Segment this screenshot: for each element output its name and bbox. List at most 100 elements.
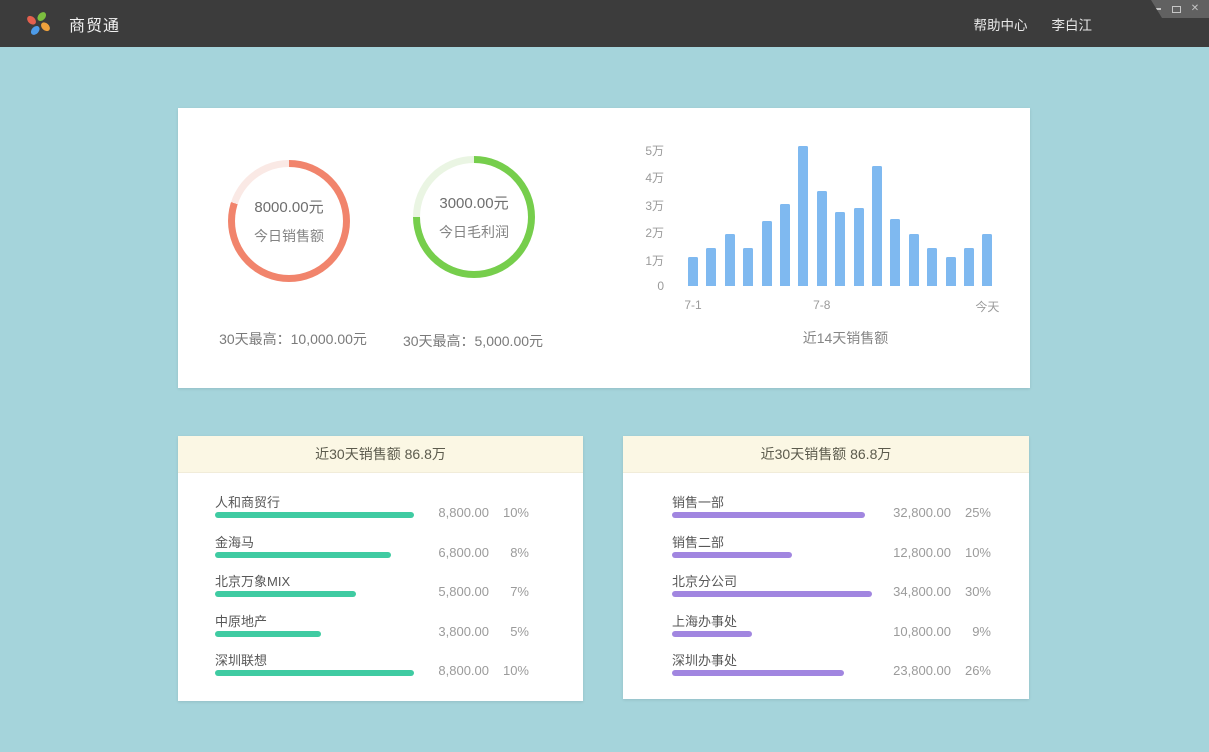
y-tick-label: 4万 [608, 169, 664, 186]
rank-item-values: 8,800.0010% [417, 505, 529, 520]
bar-day-13 [909, 234, 919, 286]
rank-item-percent: 9% [951, 624, 991, 639]
rank-item: 中原地产3,800.005% [178, 607, 583, 647]
today-profit-value: 3000.00元 [439, 192, 508, 213]
rank-item-values: 34,800.0030% [879, 584, 991, 599]
rank-item-values: 5,800.007% [417, 584, 529, 599]
bar-day-11 [872, 166, 882, 286]
rank-item-percent: 7% [489, 584, 529, 599]
rank-item-amount: 8,800.00 [417, 663, 489, 678]
bar-day-2 [706, 248, 716, 287]
rank-item: 销售二部 12,800.0010% [623, 528, 1029, 568]
bar-day-1 [688, 257, 698, 286]
customer-rank-list: 人和商贸行8,800.0010% 金海马 6,800.008% 北京万象MIX 5,80… [178, 473, 583, 686]
rank-item-percent: 10% [951, 545, 991, 560]
rank-item-values: 10,800.009% [879, 624, 991, 639]
rank-item-percent: 8% [489, 545, 529, 560]
app-title: 商贸通 [69, 12, 120, 36]
rank-item-amount: 23,800.00 [879, 663, 951, 678]
y-tick-label: 0 [608, 279, 664, 293]
department-rank-list: 销售一部 32,800.0025% 销售二部 12,800.0010% 北京分公司 34,… [623, 473, 1029, 686]
today-sales-gauge: 8000.00元 今日销售额 [228, 160, 350, 282]
bar-day-10 [854, 208, 864, 286]
rank-item-bar [672, 670, 844, 676]
bar-day-16 [964, 248, 974, 287]
today-overview-panel: 8000.00元 今日销售额 30天最高：10,000.00元 3000.00元… [178, 108, 1030, 388]
bar-day-6 [780, 204, 790, 287]
sales-bar-plot [688, 135, 1003, 286]
department-rank-header: 近30天销售额 86.8万 [623, 436, 1029, 473]
rank-item-name: 金海马 [215, 532, 254, 551]
rank-item-values: 23,800.0026% [879, 663, 991, 678]
x-tick-label: 今天 [947, 298, 1027, 315]
rank-item-name: 销售二部 [672, 532, 724, 551]
rank-item-percent: 25% [951, 505, 991, 520]
rank-item-percent: 30% [951, 584, 991, 599]
rank-item: 北京分公司 34,800.0030% [623, 567, 1029, 607]
rank-item-amount: 10,800.00 [879, 624, 951, 639]
rank-item-bar [672, 591, 872, 597]
rank-item-bar [215, 512, 414, 518]
close-icon[interactable]: ✕ [1190, 3, 1200, 15]
rank-item-percent: 5% [489, 624, 529, 639]
username-menu[interactable]: 李白江 [1052, 14, 1093, 34]
rank-item-values: 32,800.0025% [879, 505, 991, 520]
chart-title: 近14天销售额 [688, 328, 1003, 348]
rank-item-name: 深圳办事处 [672, 650, 737, 669]
rank-item-amount: 34,800.00 [879, 584, 951, 599]
rank-item-values: 12,800.0010% [879, 545, 991, 560]
y-tick-label: 2万 [608, 224, 664, 241]
rank-item-amount: 5,800.00 [417, 584, 489, 599]
rank-item-percent: 26% [951, 663, 991, 678]
rank-item-bar [215, 631, 321, 637]
today-profit-label: 今日毛利润 [439, 222, 509, 242]
rank-item-name: 销售一部 [672, 492, 724, 511]
today-profit-gauge: 3000.00元 今日毛利润 [413, 156, 535, 278]
x-tick-label: 7-1 [653, 298, 733, 312]
rank-item-amount: 8,800.00 [417, 505, 489, 520]
y-axis: 5万 4万 3万 2万 1万 0 [608, 108, 664, 308]
bar-day-9 [835, 212, 845, 286]
rank-item: 上海办事处 10,800.009% [623, 607, 1029, 647]
today-sales-label: 今日销售额 [254, 226, 324, 246]
rank-item-percent: 10% [489, 505, 529, 520]
rank-item-values: 3,800.005% [417, 624, 529, 639]
rank-item: 人和商贸行8,800.0010% [178, 488, 583, 528]
bar-day-8 [817, 191, 827, 286]
rank-item-name: 北京万象MIX [215, 571, 290, 590]
profit-30d-max: 30天最高：5,000.00元 [363, 331, 583, 351]
today-sales-value: 8000.00元 [254, 196, 323, 217]
y-tick-label: 3万 [608, 197, 664, 214]
customer-rank-header: 近30天销售额 86.8万 [178, 436, 583, 473]
bar-day-17 [982, 234, 992, 286]
window-controls: ✕ [1151, 0, 1209, 18]
rank-item-bar [215, 670, 414, 676]
rank-item-amount: 12,800.00 [879, 545, 951, 560]
rank-item-bar [672, 512, 865, 518]
y-tick-label: 1万 [608, 252, 664, 269]
rank-item-name: 上海办事处 [672, 611, 737, 630]
rank-item-values: 8,800.0010% [417, 663, 529, 678]
rank-item-percent: 10% [489, 663, 529, 678]
maximize-icon[interactable] [1171, 3, 1181, 15]
rank-item: 深圳联想8,800.0010% [178, 646, 583, 686]
department-rank-panel: 近30天销售额 86.8万 销售一部 32,800.0025% 销售二部 12,800… [623, 436, 1029, 699]
rank-item-amount: 6,800.00 [417, 545, 489, 560]
rank-item-name: 北京分公司 [672, 571, 737, 590]
bar-day-15 [946, 257, 956, 286]
x-tick-label: 7-8 [782, 298, 862, 312]
y-tick-label: 5万 [608, 142, 664, 159]
rank-item: 销售一部 32,800.0025% [623, 488, 1029, 528]
minimize-icon[interactable] [1152, 3, 1162, 15]
bar-day-7 [798, 146, 808, 286]
rank-item-amount: 32,800.00 [879, 505, 951, 520]
bar-day-5 [762, 221, 772, 286]
rank-item-bar [215, 552, 391, 558]
help-center-link[interactable]: 帮助中心 [974, 14, 1028, 34]
rank-item-bar [215, 591, 356, 597]
rank-item: 北京万象MIX 5,800.007% [178, 567, 583, 607]
rank-item: 深圳办事处 23,800.0026% [623, 646, 1029, 686]
rank-item-values: 6,800.008% [417, 545, 529, 560]
pinwheel-logo-icon [25, 10, 52, 37]
rank-item: 金海马 6,800.008% [178, 528, 583, 568]
